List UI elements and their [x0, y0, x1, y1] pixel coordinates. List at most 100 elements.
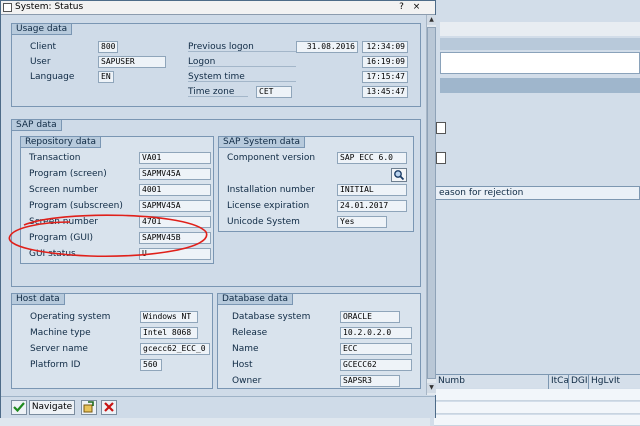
document-icon[interactable] [436, 122, 446, 134]
system-time-field[interactable]: 17:15:47 [362, 71, 408, 83]
scroll-up-arrow-icon[interactable]: ▲ [427, 15, 436, 25]
sap-data-group: SAP data Repository data Transaction VA0… [11, 119, 421, 287]
transaction-label: Transaction [29, 153, 81, 163]
background-table-header: Numb ItCa DGI HgLvIt [434, 374, 640, 389]
system-time-label: System time [188, 72, 245, 82]
logon-label: Logon [188, 57, 216, 67]
release-label: Release [232, 328, 268, 338]
cancel-button[interactable] [101, 400, 117, 415]
time-zone-label: Time zone [188, 87, 235, 97]
program-subscreen-label: Program (subscreen) [29, 201, 123, 211]
detail-icon [83, 401, 94, 413]
background-toolbar [440, 22, 640, 36]
gui-status-field[interactable]: U [139, 248, 211, 260]
group-title: Host data [11, 293, 65, 305]
unicode-system-label: Unicode System [227, 217, 300, 227]
checkmark-icon [13, 402, 25, 413]
previous-logon-time-field[interactable]: 12:34:09 [362, 41, 408, 53]
tab-reason-for-rejection[interactable]: eason for rejection [434, 186, 640, 200]
db-host-label: Host [232, 360, 253, 370]
scroll-thumb[interactable] [427, 27, 436, 379]
db-name-field[interactable]: ECC [340, 343, 412, 355]
database-system-field[interactable]: ORACLE [340, 311, 400, 323]
program-screen-field[interactable]: SAPMV45A [139, 168, 211, 180]
screen-number-field[interactable]: 4001 [139, 184, 211, 196]
column-header-numb[interactable]: Numb [436, 375, 465, 389]
previous-logon-date-field[interactable]: 31.08.2016 [296, 41, 358, 53]
close-button[interactable]: × [411, 2, 422, 13]
document-icon[interactable] [436, 152, 446, 164]
cancel-x-icon [104, 402, 114, 412]
language-label: Language [30, 72, 75, 82]
group-title: SAP data [11, 119, 62, 131]
time-zone-field[interactable]: CET [256, 86, 292, 98]
client-label: Client [30, 42, 57, 52]
unicode-system-field[interactable]: Yes [337, 216, 387, 228]
help-button[interactable]: ? [396, 2, 407, 13]
operating-system-field[interactable]: Windows NT [140, 311, 198, 323]
db-host-field[interactable]: GCECC62 [340, 359, 412, 371]
table-row[interactable] [434, 415, 640, 426]
platform-id-field[interactable]: 560 [140, 359, 162, 371]
column-header-dgi[interactable]: DGI [568, 375, 588, 389]
database-system-label: Database system [232, 312, 311, 322]
language-field[interactable]: EN [98, 71, 114, 83]
gui-status-label: GUI status [29, 249, 76, 259]
column-header-hglvit[interactable]: HgLvIt [588, 375, 620, 389]
database-data-group: Database data Database system ORACLE Rel… [217, 293, 421, 389]
vertical-scrollbar[interactable]: ▲ ▼ [426, 15, 436, 395]
client-field[interactable]: 800 [98, 41, 118, 53]
logon-time-field[interactable]: 16:19:09 [362, 56, 408, 68]
component-version-field[interactable]: SAP ECC 6.0 [337, 152, 407, 164]
program-gui-label: Program (GUI) [29, 233, 94, 243]
user-field[interactable]: SAPUSER [98, 56, 166, 68]
component-version-label: Component version [227, 153, 316, 163]
title-bar[interactable]: System: Status ? × [1, 1, 435, 15]
group-title: Usage data [11, 23, 73, 35]
group-title: SAP System data [218, 136, 306, 148]
platform-id-label: Platform ID [30, 360, 81, 370]
release-field[interactable]: 10.2.0.2.0 [340, 327, 412, 339]
navigate-button[interactable]: Navigate [29, 400, 75, 415]
program-subscreen-field[interactable]: SAPMV45A [139, 200, 211, 212]
scroll-down-arrow-icon[interactable]: ▼ [427, 383, 436, 393]
screen-number-2-label: Screen number [29, 217, 98, 227]
group-title: Repository data [20, 136, 101, 148]
operating-system-label: Operating system [30, 312, 111, 322]
component-details-button[interactable] [391, 168, 407, 182]
owner-label: Owner [232, 376, 262, 386]
screen-number-label: Screen number [29, 185, 98, 195]
continue-button[interactable] [11, 400, 27, 415]
column-header-itca[interactable]: ItCa [548, 375, 569, 389]
background-tabstrip [440, 78, 640, 93]
machine-type-label: Machine type [30, 328, 91, 338]
db-name-label: Name [232, 344, 259, 354]
detail-button[interactable] [81, 400, 97, 415]
group-title: Database data [217, 293, 294, 305]
previous-logon-label: Previous logon [188, 42, 254, 52]
magnifier-icon [394, 170, 405, 181]
host-data-group: Host data Operating system Windows NT Ma… [11, 293, 213, 389]
installation-number-field[interactable]: INITIAL [337, 184, 407, 196]
background-title-strip [440, 38, 640, 50]
program-gui-field[interactable]: SAPMV45B [139, 232, 211, 244]
server-name-label: Server name [30, 344, 88, 354]
server-name-field[interactable]: gcecc62_ECC_0 [140, 343, 210, 355]
machine-type-field[interactable]: Intel 8068 [140, 327, 198, 339]
usage-data-group: Usage data Client 800 User SAPUSER Langu… [11, 23, 421, 107]
installation-number-label: Installation number [227, 185, 315, 195]
time-zone-time-field[interactable]: 13:45:47 [362, 86, 408, 98]
window-title: System: Status [15, 2, 84, 12]
sap-system-data-group: SAP System data Component version SAP EC… [218, 136, 414, 232]
table-row[interactable] [434, 389, 640, 401]
button-bar: Navigate [1, 396, 435, 418]
window-icon [3, 3, 12, 12]
transaction-field[interactable]: VA01 [139, 152, 211, 164]
owner-field[interactable]: SAPSR3 [340, 375, 400, 387]
repository-data-group: Repository data Transaction VA01 Program… [20, 136, 214, 264]
background-input-area [440, 52, 640, 74]
screen-number-2-field[interactable]: 4701 [139, 216, 211, 228]
license-expiration-field[interactable]: 24.01.2017 [337, 200, 407, 212]
system-status-dialog: System: Status ? × Usage data Client 800… [0, 0, 436, 418]
table-row[interactable] [434, 402, 640, 414]
